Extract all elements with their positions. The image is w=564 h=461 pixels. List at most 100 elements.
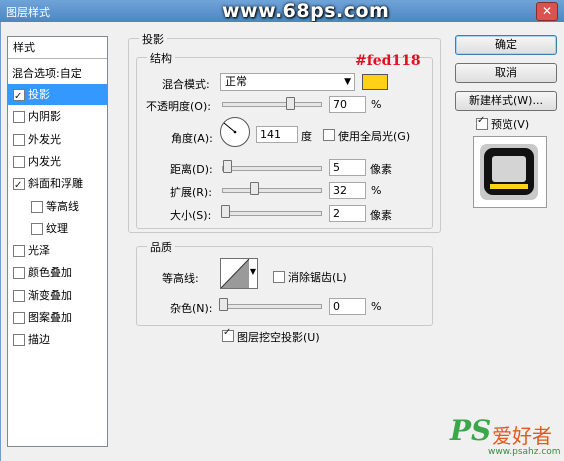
style-item-checkbox[interactable] [13,155,25,168]
brand-logo-ps: PS [450,414,492,447]
style-item-checkbox[interactable] [13,175,25,196]
noise-slider[interactable] [222,304,322,309]
style-item-checkbox[interactable] [13,289,25,302]
preview-label: 预览(V) [491,118,530,131]
spread-unit: % [371,184,382,197]
contour-label: 等高线: [162,272,199,285]
brand-logo-name: 爱好者 [492,424,552,448]
opacity-unit: % [371,98,382,111]
blending-options-item[interactable]: 混合选项:自定 [8,63,107,84]
angle-input[interactable]: 141 [256,126,298,143]
preview-checkbox[interactable] [476,115,488,130]
style-item[interactable]: 渐变叠加 [8,285,107,306]
blend-mode-label: 混合模式: [162,78,210,91]
size-input[interactable]: 2 [329,205,366,222]
distance-label: 距离(D): [170,163,213,176]
watermark-text: www.68ps.com [222,0,390,22]
style-item[interactable]: 颜色叠加 [8,262,107,283]
angle-unit: 度 [301,130,312,143]
style-item-checkbox[interactable] [13,245,25,258]
style-item[interactable]: 光泽 [8,240,107,261]
style-item-checkbox[interactable] [31,200,43,213]
style-item[interactable]: 内阴影 [8,106,107,127]
contour-preview-icon [221,259,249,288]
style-item[interactable]: 外发光 [8,129,107,150]
opacity-label: 不透明度(O): [146,100,211,113]
style-item[interactable]: 图案叠加 [8,307,107,328]
style-item-label: 内发光 [28,154,61,168]
knockout-checkbox[interactable] [222,327,234,342]
shadow-color-swatch[interactable] [362,74,388,90]
structure-legend: 结构 [147,50,175,66]
new-style-button[interactable]: 新建样式(W)... [455,91,557,111]
global-light-checkbox[interactable] [323,129,335,141]
style-item[interactable]: 描边 [8,329,107,350]
opacity-input[interactable]: 70 [329,96,366,113]
angle-dial-needle [223,122,237,134]
window-title: 图层样式 [6,6,50,19]
noise-slider-thumb[interactable] [219,298,228,311]
distance-slider[interactable] [222,166,322,171]
style-item-label: 外发光 [28,132,61,146]
style-item-label: 颜色叠加 [28,266,72,280]
antialias-label: 消除锯齿(L) [288,271,347,284]
knockout-label: 图层挖空投影(U) [237,331,320,344]
style-item-label: 纹理 [46,221,68,235]
style-item-checkbox[interactable] [13,267,25,280]
noise-unit: % [371,300,382,313]
brand-url: www.psahz.com [488,447,561,457]
spread-slider-thumb[interactable] [250,182,259,195]
style-item-label: 描边 [28,333,50,347]
noise-input[interactable]: 0 [329,298,366,315]
size-slider-thumb[interactable] [221,205,230,218]
quality-legend: 品质 [147,239,175,255]
distance-slider-thumb[interactable] [223,160,232,173]
style-item-label: 渐变叠加 [28,288,72,302]
style-item-checkbox[interactable] [13,111,25,124]
style-preview [473,136,547,208]
style-item-label: 内阴影 [28,110,61,124]
style-item-checkbox[interactable] [31,222,43,235]
blend-mode-select[interactable]: 正常 ▼ [220,73,355,91]
global-light-label: 使用全局光(G) [338,130,411,143]
chevron-down-icon: ▼ [344,77,351,87]
style-item-checkbox[interactable] [13,133,25,146]
distance-unit: 像素 [370,163,392,176]
contour-picker[interactable]: ▼ [220,258,258,289]
cancel-button[interactable]: 取消 [455,63,557,83]
style-item-label: 斜面和浮雕 [28,177,83,191]
preview-swatch [480,144,538,200]
styles-header: 样式 [8,37,107,59]
style-item[interactable]: 内发光 [8,151,107,172]
close-button[interactable]: ✕ [536,2,558,21]
style-item-label: 光泽 [28,244,50,258]
style-item[interactable]: 投影 [8,84,107,107]
size-unit: 像素 [370,209,392,222]
style-item-checkbox[interactable] [13,312,25,324]
title-bar: 图层样式 www.68ps.com ✕ [0,0,564,22]
noise-label: 杂色(N): [170,302,213,315]
size-slider[interactable] [222,211,322,216]
style-item-label: 投影 [28,88,50,101]
angle-dial[interactable] [220,117,250,147]
opacity-slider-thumb[interactable] [286,97,295,110]
section-title: 投影 [139,31,167,47]
spread-input[interactable]: 32 [329,182,366,199]
style-item[interactable]: 斜面和浮雕 [8,173,107,196]
style-item-checkbox[interactable] [13,86,25,107]
color-annotation: #fed118 [355,53,421,69]
style-item-label: 等高线 [46,199,79,213]
chevron-down-icon: ▼ [249,267,256,276]
opacity-slider[interactable] [222,102,322,107]
style-item-label: 图案叠加 [28,311,72,324]
ok-button[interactable]: 确定 [455,35,557,55]
spread-slider[interactable] [222,188,322,193]
style-item[interactable]: 等高线 [8,196,107,217]
size-label: 大小(S): [170,209,212,222]
style-item-checkbox[interactable] [13,334,25,347]
spread-label: 扩展(R): [170,186,212,199]
styles-list: 样式 混合选项:自定 投影内阴影外发光内发光斜面和浮雕等高线纹理光泽颜色叠加渐变… [7,36,108,447]
antialias-checkbox[interactable] [273,271,285,283]
style-item[interactable]: 纹理 [8,218,107,239]
distance-input[interactable]: 5 [329,159,366,176]
